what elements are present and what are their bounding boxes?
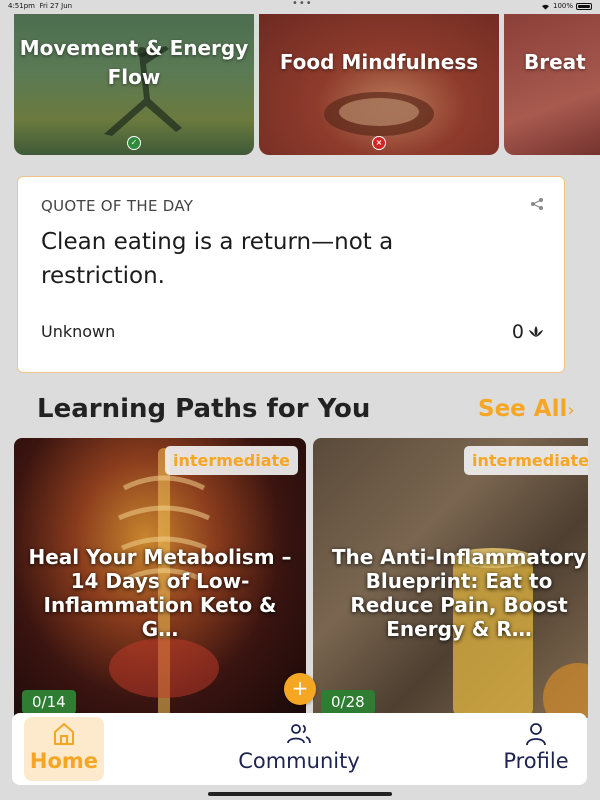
category-carousel[interactable]: Movement & Energy Flow ✓ Food Mindfulnes… — [14, 14, 600, 156]
tab-community[interactable]: Community — [234, 717, 364, 781]
section-title: Learning Paths for You — [37, 394, 371, 424]
share-icon[interactable] — [530, 197, 544, 211]
level-badge: intermediate — [463, 446, 588, 475]
category-label: Breat — [524, 50, 586, 74]
tab-label: Home — [29, 749, 99, 773]
learning-path-title: The Anti-Inflammatory Blueprint: Eat to … — [331, 545, 587, 641]
quote-author: Unknown — [41, 322, 116, 341]
see-all-label: See All — [478, 396, 568, 422]
multitasking-dots-icon[interactable]: ••• — [292, 0, 313, 9]
learning-path-card[interactable]: intermediate The Anti-Inflammatory Bluep… — [313, 438, 588, 718]
battery-icon — [576, 2, 592, 10]
chevron-right-icon: › — [567, 400, 575, 421]
category-card-food[interactable]: Food Mindfulness × — [259, 14, 499, 155]
category-card-movement[interactable]: Movement & Energy Flow ✓ — [14, 14, 254, 155]
status-date: Fri 27 Jun — [39, 2, 73, 10]
community-icon — [287, 724, 311, 744]
bottom-tab-bar: Home Community Profile — [12, 713, 587, 785]
status-bar: 4:51pm Fri 27 Jun ••• 100% — [0, 0, 600, 14]
status-time: 4:51pm — [8, 2, 35, 10]
status-time-date: 4:51pm Fri 27 Jun — [8, 2, 72, 10]
home-icon — [54, 723, 74, 745]
home-indicator[interactable] — [208, 792, 392, 796]
like-count: 0 — [511, 321, 524, 343]
see-all-link[interactable]: See All› — [478, 396, 575, 422]
tab-profile[interactable]: Profile — [496, 717, 576, 781]
status-right: 100% — [541, 2, 592, 10]
quote-kicker: QUOTE OF THE DAY — [41, 197, 194, 215]
battery-percent: 100% — [552, 2, 573, 10]
tab-home[interactable]: Home — [24, 717, 104, 781]
add-button[interactable]: + — [284, 673, 316, 705]
progress-badge: 0/28 — [321, 690, 375, 714]
quote-of-the-day-card: QUOTE OF THE DAY Clean eating is a retur… — [17, 176, 565, 373]
tab-label: Profile — [503, 749, 569, 773]
like-button[interactable]: 0 — [512, 321, 544, 343]
profile-icon — [526, 723, 546, 746]
category-card-breath[interactable]: Breat — [504, 14, 600, 155]
progress-badge: 0/14 — [22, 690, 76, 714]
quote-text: Clean eating is a return—not a restricti… — [41, 229, 394, 289]
tab-label: Community — [238, 749, 360, 773]
check-icon: ✓ — [127, 136, 141, 150]
learning-path-card[interactable]: intermediate Heal Your Metabolism – 14 D… — [14, 438, 306, 718]
category-label: Movement & Energy Flow — [19, 36, 249, 89]
level-badge: intermediate — [164, 446, 298, 475]
category-label: Food Mindfulness — [279, 50, 479, 74]
close-icon: × — [372, 136, 386, 150]
wifi-icon — [541, 4, 549, 10]
lotus-icon — [529, 326, 543, 337]
learning-path-title: Heal Your Metabolism – 14 Days of Low-In… — [28, 545, 292, 641]
